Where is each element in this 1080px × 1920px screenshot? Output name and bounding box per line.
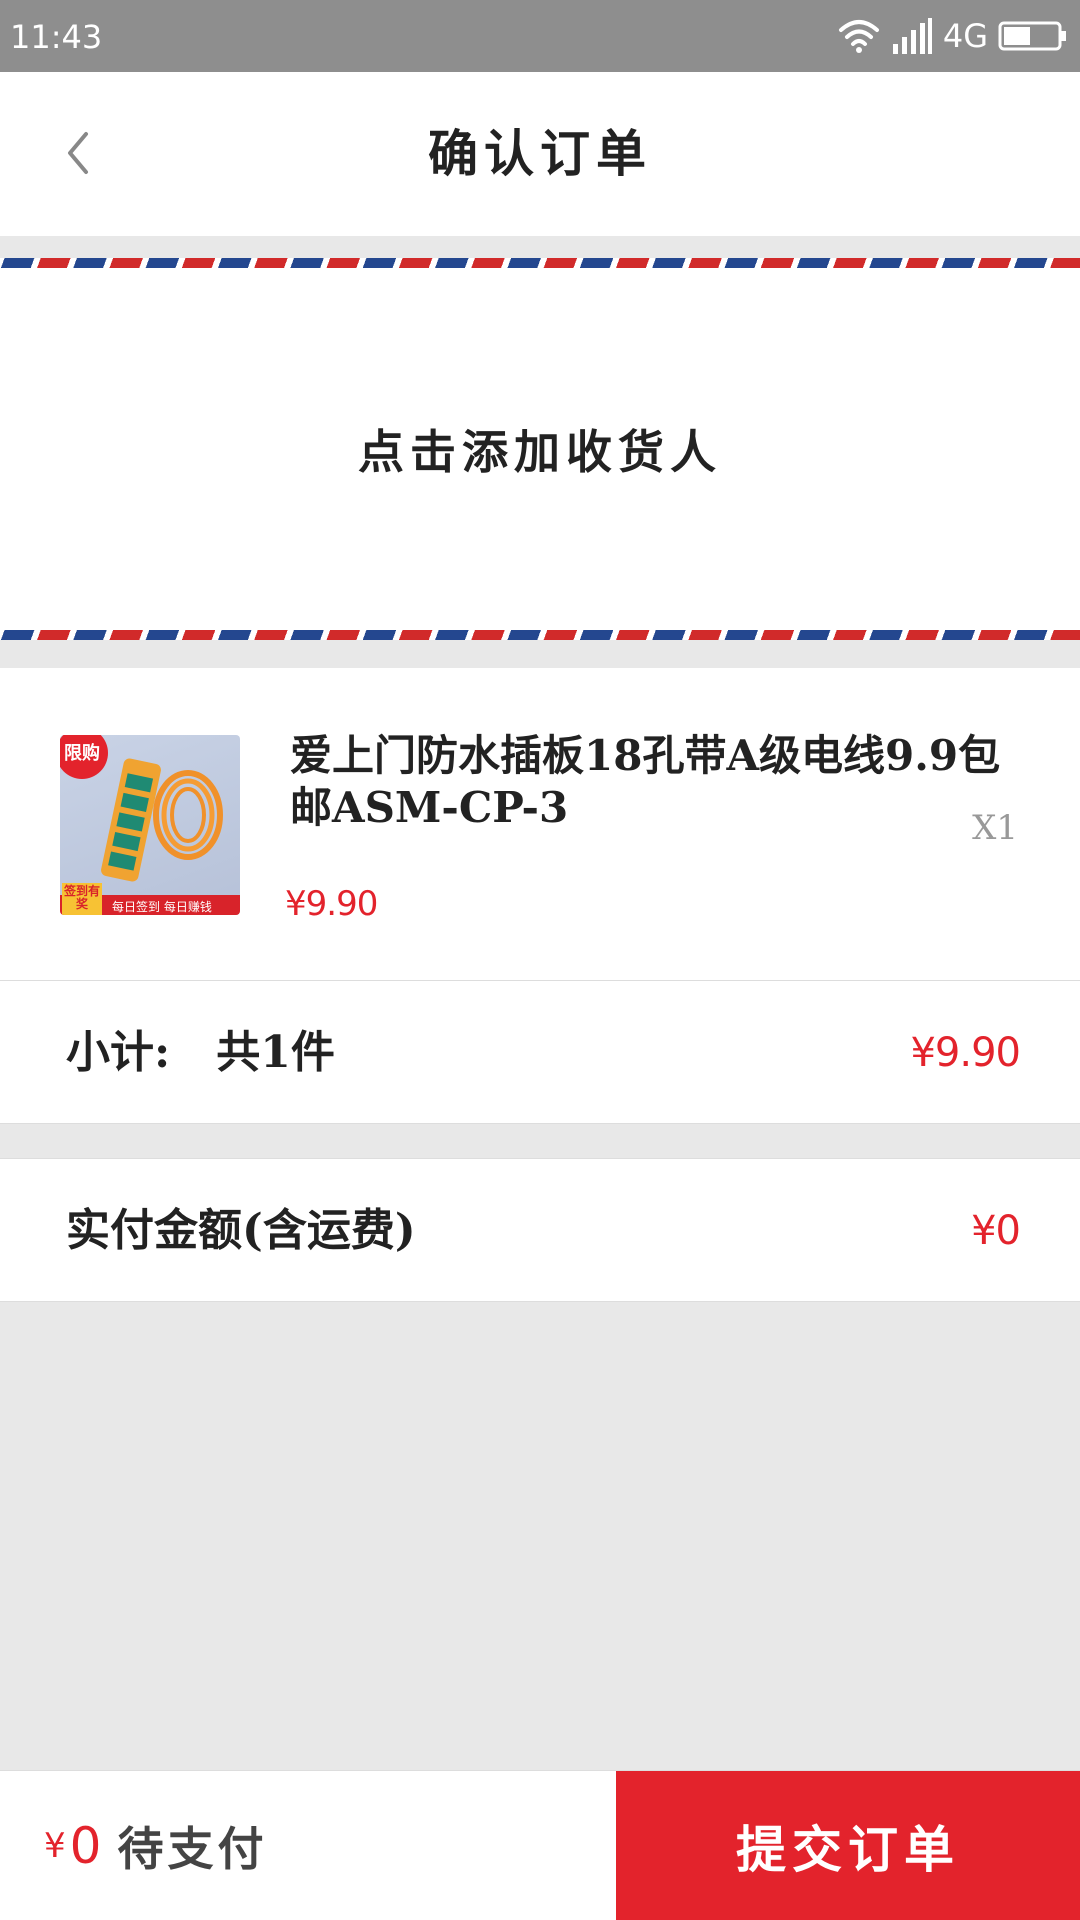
status-bar: 11:43 4G	[0, 0, 1080, 72]
submit-order-button[interactable]: 提交订单	[616, 1771, 1080, 1920]
page-title: 确认订单	[428, 124, 652, 183]
bottom-bar: ¥ 0 待支付 提交订单	[0, 1770, 1080, 1920]
subtotal-row: 小计: 共1件 ¥9.90	[0, 980, 1080, 1124]
actual-payment-row: 实付金额(含运费) ¥0	[0, 1158, 1080, 1302]
product-quantity: X1	[972, 808, 1018, 848]
airmail-stripe-top	[0, 258, 1080, 268]
status-icons: 4G	[837, 14, 1068, 58]
address-card[interactable]: 点击添加收货人	[0, 258, 1080, 640]
airmail-stripe-bottom	[0, 630, 1080, 640]
wifi-icon	[838, 20, 879, 53]
product-price: ¥9.90	[285, 884, 378, 924]
status-time: 11:43	[10, 18, 103, 56]
currency-symbol: ¥	[44, 1826, 66, 1866]
promo-tag: 签到有奖	[64, 884, 101, 911]
subtotal-amount: ¥9.90	[910, 1030, 1021, 1076]
subtotal-label-group: 小计: 共1件	[66, 981, 335, 1125]
subtotal-count: 共1件	[216, 1027, 335, 1078]
subtotal-label: 小计:	[66, 1027, 171, 1078]
product-name: 爱上门防水插板18孔带A级电线9.9包邮ASM-CP-3	[290, 731, 1001, 832]
signal-icon	[892, 18, 932, 54]
promo-text: 每日签到 每日赚钱	[112, 900, 212, 914]
actual-payment-label: 实付金额(含运费)	[66, 1205, 416, 1256]
network-type: 4G	[942, 17, 988, 55]
battery-icon	[998, 21, 1066, 51]
navbar: 确认订单	[0, 72, 1080, 236]
pending-label: 待支付	[117, 1822, 268, 1876]
product-card: 限购 签到有奖 每日签到 每日赚钱 爱上门防水插板18孔带A级电线9.9包邮AS…	[0, 668, 1080, 980]
chevron-left-icon[interactable]	[58, 128, 98, 178]
pending-amount: 0	[69, 1817, 102, 1875]
pending-payment: ¥ 0 待支付	[44, 1771, 267, 1920]
product-image: 限购 签到有奖 每日签到 每日赚钱	[60, 735, 240, 915]
actual-payment-amount: ¥0	[971, 1208, 1021, 1254]
limited-badge: 限购	[64, 743, 100, 764]
add-consignee-button[interactable]: 点击添加收货人	[0, 268, 1080, 630]
